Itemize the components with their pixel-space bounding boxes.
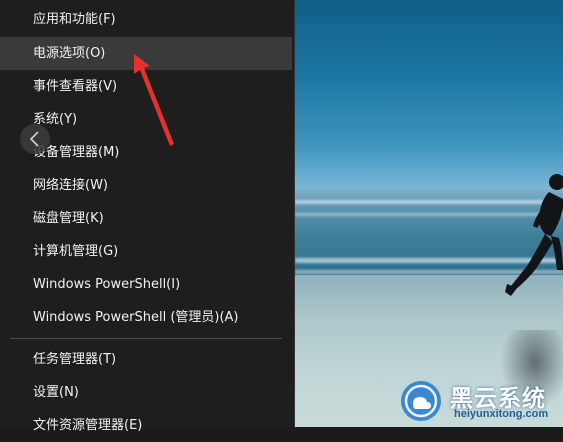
cloud-logo-icon [401,381,441,421]
red-arrow-annotation [134,54,174,146]
menu-item-powershell[interactable]: Windows PowerShell(I) [0,268,292,301]
chevron-left-icon [29,131,39,147]
menu-item-disk-management[interactable]: 磁盘管理(K) [0,202,292,235]
site-watermark: 黑云系统 heiyunxitong.com [398,378,563,427]
menu-item-network-connections[interactable]: 网络连接(W) [0,169,292,202]
menu-item-file-explorer[interactable]: 文件资源管理器(E) [0,409,292,442]
back-button[interactable] [20,124,50,154]
menu-item-powershell-admin[interactable]: Windows PowerShell (管理员)(A) [0,301,292,334]
menu-item-task-manager[interactable]: 任务管理器(T) [0,343,292,376]
watermark-url: heiyunxitong.com [454,408,549,420]
menu-item-settings[interactable]: 设置(N) [0,376,292,409]
menu-separator [10,338,282,339]
runner-silhouette [505,174,563,296]
menu-item-apps-features[interactable]: 应用和功能(F) [0,3,292,36]
menu-item-computer-management[interactable]: 计算机管理(G) [0,235,292,268]
